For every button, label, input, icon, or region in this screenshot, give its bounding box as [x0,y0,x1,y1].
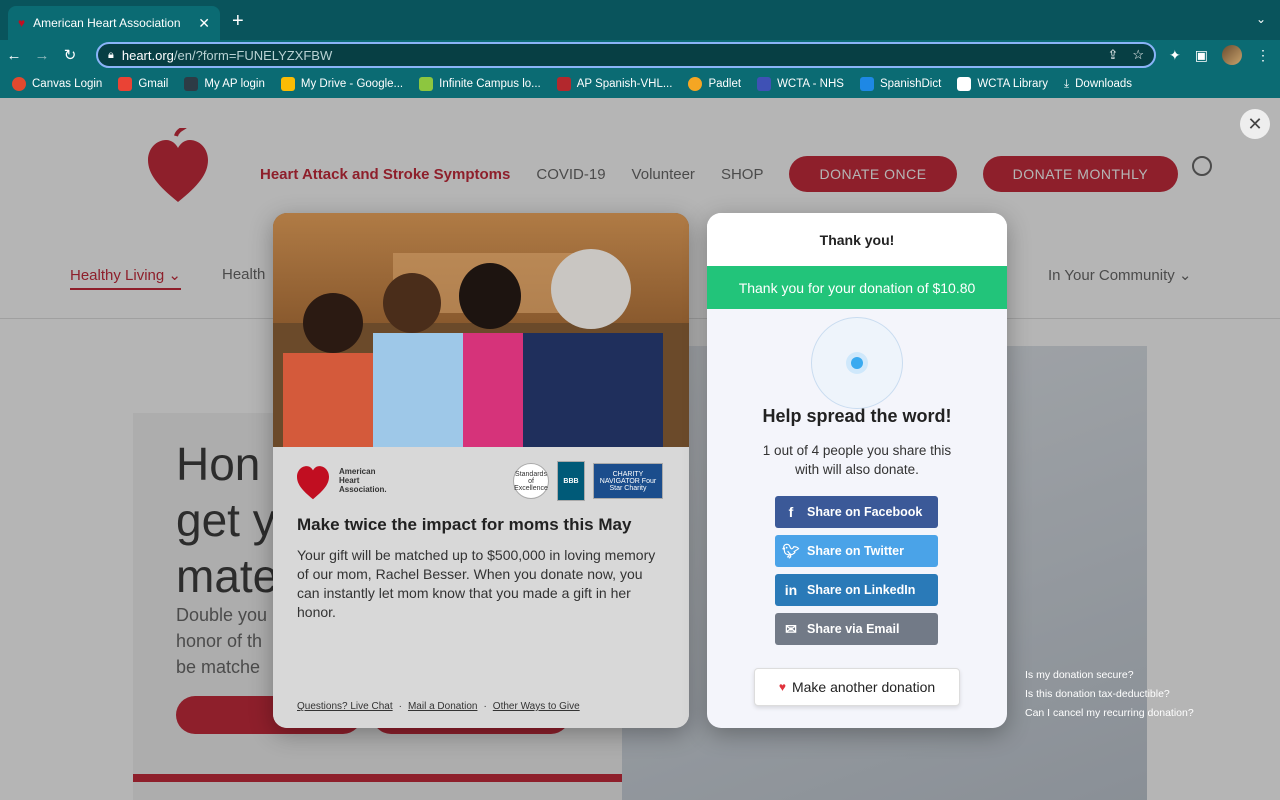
lock-icon: 🔒︎ [108,48,114,61]
address-bar[interactable]: 🔒︎ heart.org/en/?form=FUNELYZXFBW ⇪ ☆ [96,42,1156,68]
email-icon: ✉ [785,620,797,637]
share-twitter-button[interactable]: 🐦︎ Share on Twitter [775,535,938,567]
aha-name: American Heart Association. [339,466,387,494]
bookmark-wcta-nhs[interactable]: WCTA - NHS [757,77,844,91]
bookmark-spanishdict[interactable]: SpanishDict [859,77,941,91]
bookmark-my-drive[interactable]: My Drive - Google... [280,77,403,91]
bookmarks-bar: Canvas Login Gmail My AP login My Drive … [0,70,1280,98]
heart-icon: ♥ [778,680,786,694]
tab-title: American Heart Association | T [33,16,184,30]
campaign-links: Questions? Live Chat · Mail a Donation ·… [297,701,580,712]
vhl-icon [556,77,571,91]
aha-brand: American Heart Association. [297,459,389,501]
link-separator: · [398,701,402,712]
mail-donation-link[interactable]: Mail a Donation [408,701,477,712]
standards-badge: Standards of Excellence [513,463,549,499]
share-icon[interactable]: ⇪ [1107,47,1118,63]
wix-icon [957,77,972,91]
bookmark-canvas-login[interactable]: Canvas Login [12,77,102,91]
thank-you-card: Thank you! Thank you for your donation o… [707,213,1007,728]
campaign-title: Make twice the impact for moms this May [297,515,632,534]
drive-icon [280,77,295,91]
side-panel-icon[interactable]: ▣ [1195,47,1208,64]
faq-tax-deductible-link[interactable]: Is this donation tax-deductible? [1025,685,1194,704]
favicon-icon: ♥ [18,16,26,30]
url-path: /en/?form=FUNELYZXFBW [173,47,333,63]
new-tab-button[interactable]: + [232,10,244,33]
bookmark-ap-spanish[interactable]: AP Spanish-VHL... [556,77,672,91]
forward-icon[interactable]: → [28,47,56,64]
shield-icon [184,77,199,91]
browser-tab-strip: ♥ American Heart Association | T ✕ + ⌄ [0,0,1280,40]
bookmark-downloads[interactable]: ⤓ Downloads [1064,78,1132,91]
share-email-button[interactable]: ✉ Share via Email [775,613,938,645]
download-icon: ⤓ [1064,77,1070,90]
campaign-card: American Heart Association. Standards of… [273,213,689,728]
canvas-icon [12,77,26,91]
facebook-icon: f [788,504,794,520]
linkedin-icon: in [784,582,798,598]
profile-avatar[interactable] [1222,45,1242,65]
reload-icon[interactable]: ↻ [56,46,84,64]
faq-secure-link[interactable]: Is my donation secure? [1025,666,1194,685]
bookmark-wcta-library[interactable]: WCTA Library [957,77,1048,91]
aha-small-logo-icon [297,466,329,500]
tab-close-icon[interactable]: ✕ [198,15,210,32]
browser-tab[interactable]: ♥ American Heart Association | T ✕ [8,6,220,40]
extensions-icon[interactable]: ✦ [1169,47,1181,64]
browser-toolbar: ← → ↻ 🔒︎ heart.org/en/?form=FUNELYZXFBW … [0,40,1280,70]
url-host: heart.org [121,47,174,63]
donation-confirmation-banner: Thank you for your donation of $10.80 [707,266,1007,309]
thank-you-header: Thank you! [707,213,1007,266]
campaign-photo [273,213,689,447]
page-content: Heart Attack and Stroke Symptoms COVID-1… [0,98,1280,800]
faq-links: Is my donation secure? Is this donation … [1025,666,1194,723]
close-modal-button[interactable]: ✕ [1240,109,1270,139]
spread-word-heading: Help spread the word! [762,406,952,426]
tab-search-icon[interactable]: ⌄ [1256,12,1266,26]
bbb-badge: BBB [557,461,585,501]
charity-navigator-badge: CHARITY NAVIGATOR Four Star Charity [593,463,663,499]
other-ways-link[interactable]: Other Ways to Give [493,701,580,712]
share-facebook-button[interactable]: f Share on Facebook [775,496,938,528]
back-icon[interactable]: ← [0,47,28,64]
bookmark-my-ap-login[interactable]: My AP login [184,77,265,91]
campaign-body-text: Your gift will be matched up to $500,000… [297,547,656,620]
share-linkedin-button[interactable]: in Share on LinkedIn [775,574,938,606]
link-separator: · [483,701,487,712]
bookmark-padlet[interactable]: Padlet [688,77,741,91]
faq-cancel-recurring-link[interactable]: Can I cancel my recurring donation? [1025,704,1194,723]
gmail-icon [118,77,133,91]
bookmark-infinite-campus[interactable]: Infinite Campus lo... [419,77,541,91]
twitter-icon: 🐦︎ [782,542,800,559]
padlet-icon [688,77,703,91]
make-another-donation-button[interactable]: ♥ Make another donation [754,668,960,706]
wcta-icon [757,77,772,91]
trust-badges: Standards of Excellence BBB CHARITY NAVI… [513,461,663,501]
bookmark-gmail[interactable]: Gmail [118,77,168,91]
share-ring-icon [811,317,903,409]
spread-word-subtext: 1 out of 4 people you share this with wi… [762,443,952,477]
infinite-campus-icon [419,77,434,91]
bookmark-star-icon[interactable]: ☆ [1132,47,1144,63]
live-chat-link[interactable]: Questions? Live Chat [297,701,393,712]
spanishdict-icon [859,77,874,91]
menu-icon[interactable]: ⋮ [1256,47,1270,64]
